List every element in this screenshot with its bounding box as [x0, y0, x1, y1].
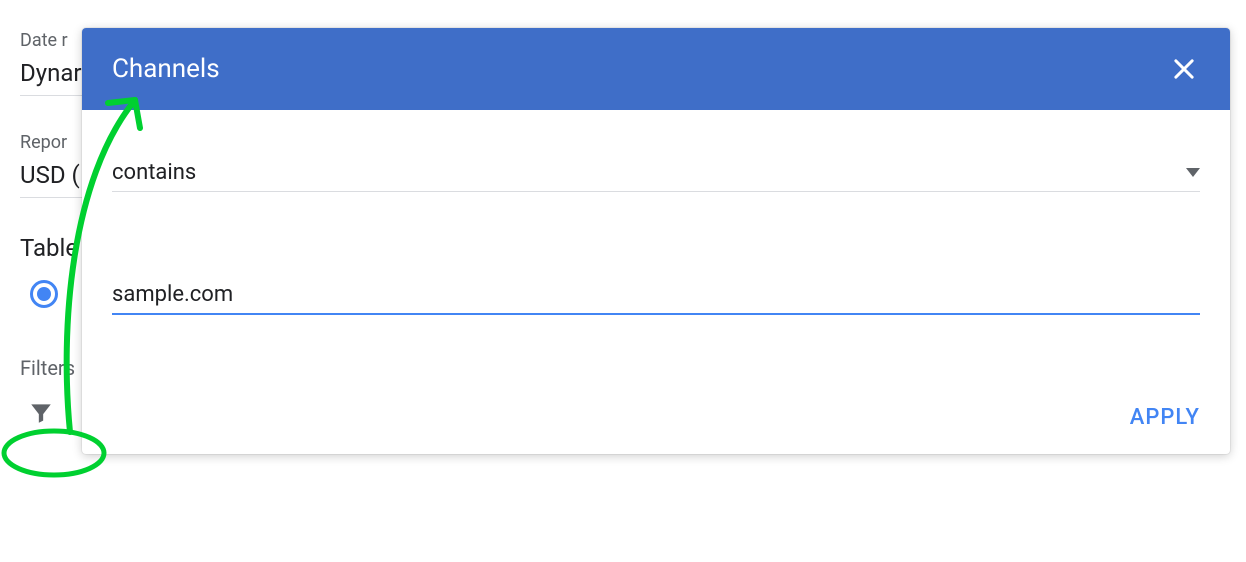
apply-button[interactable]: APPLY	[1130, 405, 1200, 430]
dialog-footer: APPLY	[82, 335, 1230, 454]
dialog-header: Channels	[82, 28, 1230, 110]
radio-dot-icon	[37, 287, 51, 301]
operator-select[interactable]: contains	[112, 160, 1200, 192]
table-radio[interactable]	[30, 280, 58, 308]
close-icon	[1170, 55, 1198, 83]
filter-value-row	[112, 282, 1200, 315]
dialog-title: Channels	[112, 54, 1168, 84]
operator-value: contains	[112, 160, 1186, 185]
chevron-down-icon	[1186, 163, 1200, 182]
channels-filter-dialog: Channels contains APPLY	[82, 28, 1230, 454]
filter-value-input[interactable]	[112, 282, 1200, 307]
close-button[interactable]	[1168, 53, 1200, 85]
dialog-body: contains	[82, 110, 1230, 335]
